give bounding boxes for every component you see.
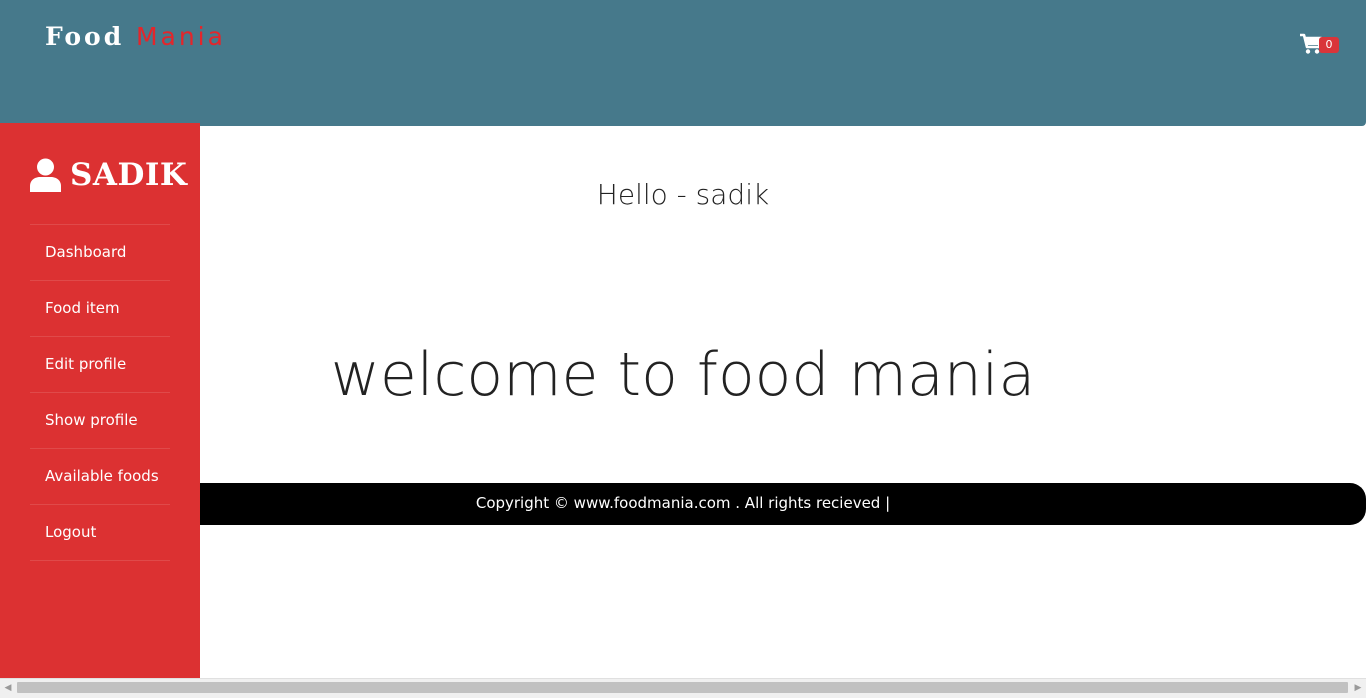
footer: Copyright © www.foodmania.com . All righ… bbox=[200, 483, 1366, 525]
scroll-right-arrow-icon[interactable]: ▶ bbox=[1352, 682, 1364, 694]
sidebar-item-logout[interactable]: Logout bbox=[30, 504, 170, 561]
scroll-thumb[interactable] bbox=[17, 682, 1348, 693]
horizontal-scrollbar[interactable]: ◀ ▶ bbox=[0, 678, 1366, 698]
brand-food: Food bbox=[45, 22, 125, 51]
scroll-left-arrow-icon[interactable]: ◀ bbox=[2, 682, 14, 694]
brand-mania: Mania bbox=[135, 22, 226, 51]
sidebar-item-available-foods[interactable]: Available foods bbox=[30, 448, 170, 504]
sidebar-item-dashboard[interactable]: Dashboard bbox=[30, 224, 170, 280]
welcome-heading: welcome to food mania bbox=[330, 340, 1036, 410]
sidebar-item-food-item[interactable]: Food item bbox=[30, 280, 170, 336]
top-header: Food Mania 0 bbox=[0, 0, 1366, 126]
greeting-heading: Hello - sadik bbox=[596, 178, 770, 211]
cart-button[interactable]: 0 bbox=[1299, 33, 1341, 57]
cart-count-badge: 0 bbox=[1319, 37, 1339, 53]
copyright-text: Copyright © www.foodmania.com . All righ… bbox=[475, 494, 891, 512]
brand-logo[interactable]: Food Mania bbox=[45, 22, 226, 51]
